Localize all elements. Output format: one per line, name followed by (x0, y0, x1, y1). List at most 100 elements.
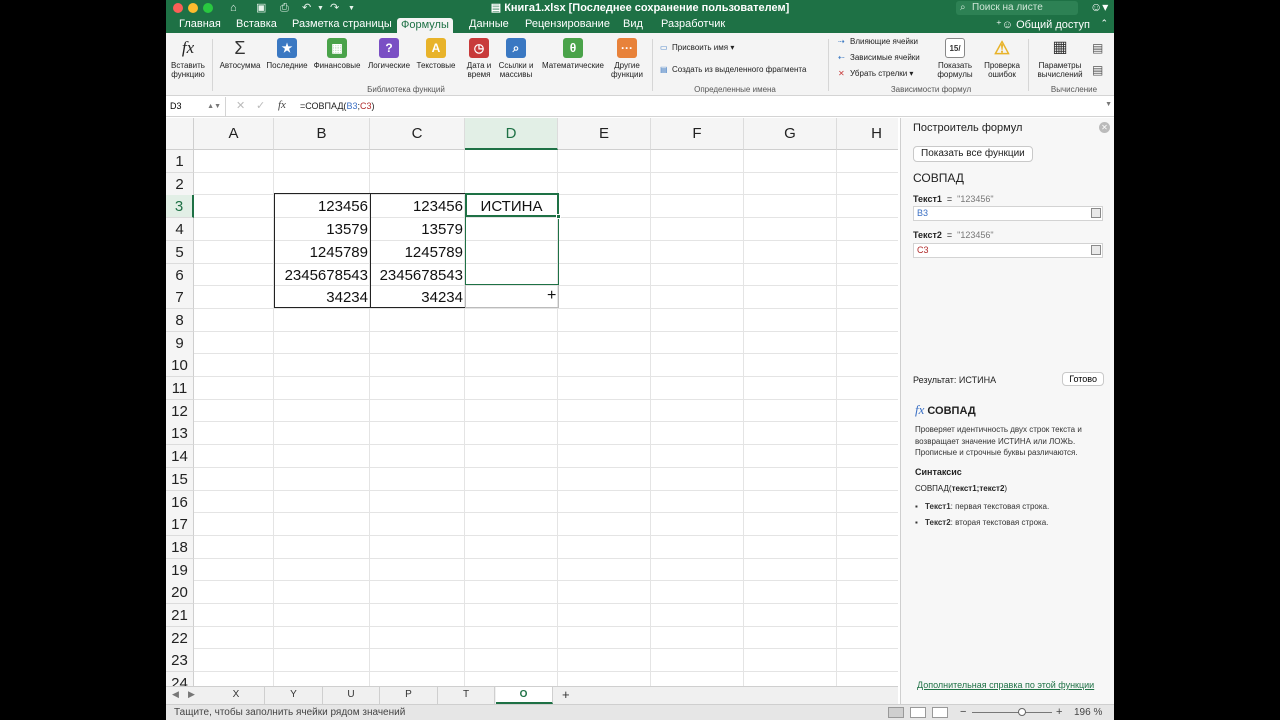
range-select-icon[interactable] (1091, 208, 1101, 218)
page-break-view-button[interactable] (932, 707, 948, 718)
cell-b7[interactable]: 34234 (274, 286, 370, 309)
row-header-14[interactable]: 14 (166, 445, 194, 469)
row-header-3[interactable]: 3 (166, 195, 194, 219)
autosum-button[interactable]: Σ Автосумма (218, 38, 262, 70)
feedback-smiley-icon[interactable]: ☺▾ (1090, 0, 1108, 14)
column-header-h[interactable]: H (837, 118, 898, 150)
cell-c4[interactable]: 13579 (370, 218, 465, 241)
sheet-tab-p[interactable]: P (381, 687, 438, 704)
tab-data[interactable]: Данные (465, 17, 513, 33)
formula-input[interactable]: =СОВПАД(B3;C3) (300, 101, 374, 111)
row-header-23[interactable]: 23 (166, 649, 194, 673)
column-header-a[interactable]: A (194, 118, 274, 150)
calculate-sheet-icon[interactable]: ▤ (1092, 63, 1103, 77)
row-header-21[interactable]: 21 (166, 604, 194, 627)
add-sheet-button[interactable]: + (562, 687, 570, 703)
calculate-now-icon[interactable]: ▤ (1092, 41, 1103, 55)
row-header-18[interactable]: 18 (166, 535, 194, 559)
row-header-15[interactable]: 15 (166, 467, 194, 491)
trace-precedents-button[interactable]: ⇢ Влияющие ячейки (838, 37, 918, 47)
tab-review[interactable]: Рецензирование (521, 17, 614, 33)
logical-functions-button[interactable]: ? Логические (365, 38, 413, 70)
fill-handle[interactable] (556, 214, 561, 219)
calc-options-button[interactable]: ▦ Параметры вычислений (1032, 38, 1088, 79)
financial-functions-button[interactable]: ▦ Финансовые (312, 38, 362, 70)
arg1-input[interactable]: B3 (913, 206, 1103, 221)
cell-b3[interactable]: 123456 (274, 195, 370, 218)
fx-icon[interactable]: fx (278, 99, 286, 111)
recent-functions-button[interactable]: ★ Последние (265, 38, 309, 70)
row-header-16[interactable]: 16 (166, 490, 194, 514)
close-pane-button[interactable]: ✕ (1099, 122, 1110, 133)
row-header-9[interactable]: 9 (166, 331, 194, 355)
zoom-out-button[interactable]: − (960, 705, 966, 720)
cell-c6[interactable]: 2345678543 (370, 264, 465, 287)
zoom-slider[interactable] (972, 712, 1052, 713)
search-input[interactable]: ⌕ Поиск на листе (956, 1, 1078, 15)
share-button[interactable]: ⁺☺ Общий доступ (996, 18, 1090, 32)
cell-b5[interactable]: 1245789 (274, 241, 370, 264)
done-button[interactable]: Готово (1062, 372, 1104, 386)
datetime-functions-button[interactable]: ◷ Дата и время (462, 38, 496, 79)
cancel-icon[interactable]: ✕ (236, 99, 245, 112)
tab-insert[interactable]: Вставка (232, 17, 281, 33)
sheet-tab-o[interactable]: O (495, 687, 553, 704)
name-box[interactable]: D3 ▲▼ (166, 97, 226, 116)
zoom-slider-thumb[interactable] (1017, 708, 1026, 716)
cell-b4[interactable]: 13579 (274, 218, 370, 241)
row-header-2[interactable]: 2 (166, 172, 194, 196)
column-header-g[interactable]: G (744, 118, 837, 150)
tab-formulas[interactable]: Формулы (397, 18, 453, 33)
row-header-20[interactable]: 20 (166, 581, 194, 605)
arg2-input[interactable]: C3 (913, 243, 1103, 258)
tab-view[interactable]: Вид (619, 17, 647, 33)
show-all-functions-button[interactable]: Показать все функции (913, 146, 1033, 162)
cell-c5[interactable]: 1245789 (370, 241, 465, 264)
spreadsheet-grid[interactable]: ABCDEFGH 1 2 3 4 5 6 7 8 9 10 11 12 13 14 15 16 17 18 19 20… (166, 118, 898, 686)
sheet-tab-t[interactable]: T (438, 687, 495, 704)
row-header-22[interactable]: 22 (166, 626, 194, 650)
range-select-icon[interactable] (1091, 245, 1101, 255)
cell-b6[interactable]: 2345678543 (274, 264, 370, 287)
assign-name-button[interactable]: ▭ Присвоить имя ▾ (660, 43, 734, 53)
trace-dependents-button[interactable]: ⇠ Зависимые ячейки (838, 53, 920, 63)
confirm-icon[interactable]: ✓ (256, 99, 265, 112)
column-header-b[interactable]: B (274, 118, 370, 150)
cell-c3[interactable]: 123456 (370, 195, 465, 218)
remove-arrows-button[interactable]: ✕ Убрать стрелки ▾ (838, 69, 913, 79)
page-layout-view-button[interactable] (910, 707, 926, 718)
row-header-19[interactable]: 19 (166, 558, 194, 582)
sheet-tab-x[interactable]: X (208, 687, 265, 704)
select-all-corner[interactable] (166, 118, 194, 150)
row-header-6[interactable]: 6 (166, 263, 194, 287)
row-header-13[interactable]: 13 (166, 422, 194, 446)
row-header-24[interactable]: 24 (166, 672, 194, 686)
cell-d3[interactable]: ИСТИНА (465, 195, 558, 218)
expand-formula-bar-icon[interactable]: ▼ (1105, 101, 1112, 108)
column-header-c[interactable]: C (370, 118, 465, 150)
error-checking-button[interactable]: ⚠ Проверка ошибок (980, 38, 1024, 79)
cell-c7[interactable]: 34234 (370, 286, 465, 309)
row-header-4[interactable]: 4 (166, 218, 194, 242)
column-header-f[interactable]: F (651, 118, 744, 150)
row-header-5[interactable]: 5 (166, 240, 194, 264)
column-header-e[interactable]: E (558, 118, 651, 150)
zoom-in-button[interactable]: + (1056, 705, 1062, 720)
row-header-10[interactable]: 10 (166, 354, 194, 378)
more-help-link[interactable]: Дополнительная справка по этой функции (917, 680, 1094, 690)
text-functions-button[interactable]: A Текстовые (414, 38, 458, 70)
sheet-tab-y[interactable]: Y (266, 687, 323, 704)
create-from-selection-button[interactable]: ▤ Создать из выделенного фрагмента (660, 65, 806, 75)
column-header-d[interactable]: D (465, 118, 558, 150)
row-header-12[interactable]: 12 (166, 399, 194, 423)
row-header-7[interactable]: 7 (166, 286, 194, 310)
show-formulas-button[interactable]: 15/ Показать формулы (930, 38, 980, 79)
tab-home[interactable]: Главная (175, 17, 225, 33)
insert-function-button[interactable]: fx Вставить функцию (169, 38, 207, 79)
lookup-functions-button[interactable]: ⌕ Ссылки и массивы (496, 38, 536, 79)
row-header-8[interactable]: 8 (166, 308, 194, 332)
row-header-17[interactable]: 17 (166, 513, 194, 537)
collapse-ribbon-icon[interactable]: ⌃ (1100, 18, 1108, 29)
tab-page-layout[interactable]: Разметка страницы (288, 17, 396, 33)
math-functions-button[interactable]: θ Математические (538, 38, 608, 70)
